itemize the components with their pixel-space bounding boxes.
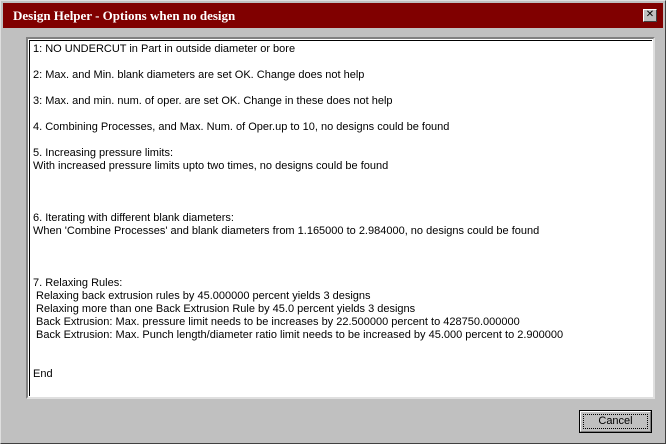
cancel-button[interactable]: Cancel [579,410,652,433]
result-line-7-detail-2: Relaxing more than one Back Extrusion Ru… [33,303,416,315]
result-line-4: 4. Combining Processes, and Max. Num. of… [33,121,450,133]
result-line-1: 1: NO UNDERCUT in Part in outside diamet… [33,43,296,55]
result-line-7-detail-4: Back Extrusion: Max. Punch length/diamet… [33,329,564,341]
cancel-button-label: Cancel [598,415,633,427]
result-line-3: 3: Max. and min. num. of oper. are set O… [33,95,393,107]
result-line-7-detail-1: Relaxing back extrusion rules by 45.0000… [33,290,371,302]
title-bar[interactable]: Design Helper - Options when no design ✕ [3,3,663,28]
result-line-7-heading: 7. Relaxing Rules: [33,277,123,289]
result-line-6-detail: When 'Combine Processes' and blank diame… [33,225,540,237]
result-line-5-detail: With increased pressure limits upto two … [33,160,389,172]
results-text-area[interactable]: 1: NO UNDERCUT in Part in outside diamet… [26,37,655,399]
result-line-end: End [33,368,53,380]
result-line-5-heading: 5. Increasing pressure limits: [33,147,173,159]
result-line-6-heading: 6. Iterating with different blank diamet… [33,212,234,224]
dialog-window: Design Helper - Options when no design ✕… [0,0,666,444]
result-line-7-detail-3: Back Extrusion: Max. pressure limit need… [33,316,520,328]
window-title: Design Helper - Options when no design [13,8,236,23]
close-icon[interactable]: ✕ [643,9,657,22]
text-area-content: 1: NO UNDERCUT in Part in outside diamet… [29,40,652,396]
result-line-2: 2: Max. and Min. blank diameters are set… [33,69,365,81]
